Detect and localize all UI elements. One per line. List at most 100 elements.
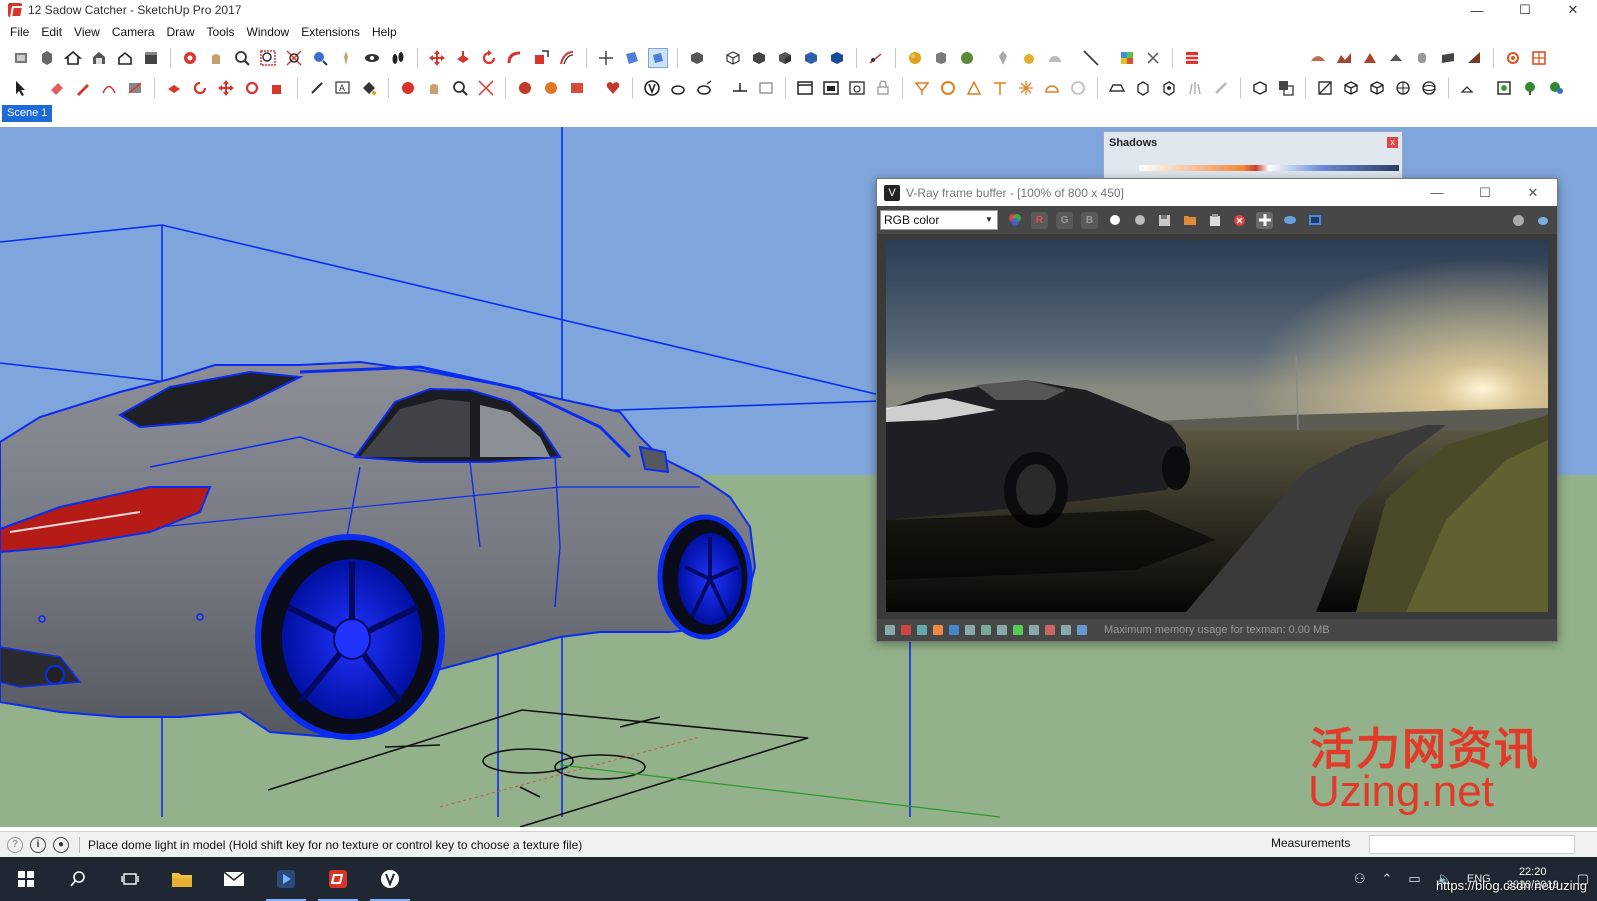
chevron-up-icon[interactable]: ⌃: [1381, 871, 1392, 887]
shaded-icon[interactable]: [775, 48, 795, 68]
teapot-interactive-icon[interactable]: [694, 78, 714, 98]
tools-extra-icon[interactable]: [1458, 78, 1478, 98]
task-view-button[interactable]: [104, 857, 156, 901]
arc-icon[interactable]: [99, 78, 119, 98]
rotate-2-icon[interactable]: [242, 78, 262, 98]
menu-draw[interactable]: Draw: [161, 25, 201, 39]
display-correction-icon[interactable]: [1306, 212, 1323, 229]
exposure-icon[interactable]: [965, 625, 975, 635]
clear-image-icon[interactable]: [1231, 212, 1248, 229]
ocio-icon[interactable]: [1029, 625, 1039, 635]
zoom-extents-icon[interactable]: [476, 78, 496, 98]
skatter-icon[interactable]: [1494, 78, 1514, 98]
select-arrow-icon[interactable]: [11, 78, 31, 98]
vray-render-icon[interactable]: [931, 48, 951, 68]
vray-sphere-light-2-icon[interactable]: [938, 78, 958, 98]
offset-icon[interactable]: [557, 48, 577, 68]
start-button[interactable]: [0, 857, 52, 901]
red-channel-button[interactable]: R: [1031, 211, 1048, 229]
teapot-render-icon[interactable]: [1534, 212, 1551, 229]
tape-measure-icon[interactable]: [866, 48, 886, 68]
rectangle-icon[interactable]: [125, 78, 145, 98]
vfb-rendered-image[interactable]: [886, 240, 1548, 612]
export-icon[interactable]: [1143, 48, 1163, 68]
test-resolution-icon[interactable]: [1077, 625, 1087, 635]
region-render-icon[interactable]: [1281, 212, 1298, 229]
minimize-button[interactable]: —: [1453, 0, 1501, 20]
green-channel-button[interactable]: G: [1056, 211, 1073, 229]
curve-icon[interactable]: [949, 625, 959, 635]
window-icon[interactable]: [795, 78, 815, 98]
rgb-channels-icon[interactable]: [1006, 212, 1023, 229]
close-button[interactable]: ✕: [1549, 0, 1597, 20]
tab-scene-1[interactable]: Scene 1: [2, 105, 53, 122]
vray-settings-icon[interactable]: [1503, 48, 1523, 68]
vray-proxy-icon[interactable]: [756, 78, 776, 98]
xray-icon[interactable]: [687, 48, 707, 68]
vray-dome-light-icon[interactable]: [1045, 48, 1065, 68]
terrain-icon[interactable]: [1334, 48, 1354, 68]
vray-plane-icon[interactable]: [730, 78, 750, 98]
taskbar-media-app[interactable]: [260, 857, 312, 901]
vray-sun-icon[interactable]: [1016, 78, 1036, 98]
menu-camera[interactable]: Camera: [106, 25, 161, 39]
taskbar-mail[interactable]: [208, 857, 260, 901]
mono-circle-icon[interactable]: [1131, 212, 1148, 229]
vray-asset-editor-icon[interactable]: [905, 48, 925, 68]
hidden-line-icon[interactable]: [749, 48, 769, 68]
menu-file[interactable]: File: [4, 25, 35, 39]
monochrome-icon[interactable]: [827, 48, 847, 68]
iso-view-2-icon[interactable]: [1367, 78, 1387, 98]
battery-icon[interactable]: ▭: [1408, 871, 1420, 887]
vray-mesh-clipper-icon[interactable]: [1211, 78, 1231, 98]
paint-bucket-icon[interactable]: [359, 78, 379, 98]
lut-icon[interactable]: [1013, 625, 1023, 635]
line-tool-icon[interactable]: [1081, 48, 1101, 68]
window-2-icon[interactable]: [821, 78, 841, 98]
pan-icon[interactable]: [424, 78, 444, 98]
search-button[interactable]: [52, 857, 104, 901]
vray-batch-icon[interactable]: [567, 78, 587, 98]
render-last-icon[interactable]: [1510, 212, 1527, 229]
push-pull-icon[interactable]: [164, 78, 184, 98]
eraser-icon[interactable]: [47, 78, 67, 98]
lens-effects-icon[interactable]: [901, 625, 911, 635]
people-icon[interactable]: ⚇: [1354, 871, 1366, 887]
clipboard-icon[interactable]: [1206, 212, 1223, 229]
vray-ies-light-icon[interactable]: [990, 78, 1010, 98]
tree-icon[interactable]: [1520, 78, 1540, 98]
position-camera-icon[interactable]: [336, 48, 356, 68]
right-view-icon[interactable]: [115, 48, 135, 68]
white-balance-icon[interactable]: [981, 625, 991, 635]
solid-tools-outer-shell-icon[interactable]: [1250, 78, 1270, 98]
shaded-textures-icon[interactable]: [801, 48, 821, 68]
taskbar-file-explorer[interactable]: [156, 857, 208, 901]
follow-me-icon[interactable]: [505, 48, 525, 68]
axes-icon[interactable]: [596, 48, 616, 68]
track-mouse-icon[interactable]: [1256, 211, 1273, 229]
open-folder-icon[interactable]: [1181, 212, 1198, 229]
menu-extensions[interactable]: Extensions: [295, 25, 366, 39]
vray-mesh-light-icon[interactable]: [1068, 78, 1088, 98]
stamp-icon[interactable]: [1386, 48, 1406, 68]
tape-measure-icon[interactable]: [307, 78, 327, 98]
credits-icon[interactable]: i: [30, 836, 46, 853]
vray-spot-light-icon[interactable]: [964, 78, 984, 98]
stamp-icon[interactable]: [1045, 625, 1055, 635]
rotate-icon[interactable]: [190, 78, 210, 98]
levels-icon[interactable]: [933, 625, 943, 635]
vray-sphere-light-icon[interactable]: [1019, 48, 1039, 68]
menu-window[interactable]: Window: [241, 25, 296, 39]
section-fill-icon[interactable]: [1315, 78, 1335, 98]
section-plane-icon[interactable]: [622, 48, 642, 68]
plant-icon[interactable]: [1546, 78, 1566, 98]
vray-infinite-plane-icon[interactable]: [1107, 78, 1127, 98]
move-icon[interactable]: [216, 78, 236, 98]
shadows-close-button[interactable]: x: [1387, 137, 1398, 148]
geodesic-icon[interactable]: [1393, 78, 1413, 98]
sphere-icon[interactable]: [1419, 78, 1439, 98]
wireframe-icon[interactable]: [723, 48, 743, 68]
maximize-button[interactable]: ☐: [1501, 0, 1549, 20]
menu-help[interactable]: Help: [366, 25, 403, 39]
teapot-icon[interactable]: [668, 78, 688, 98]
